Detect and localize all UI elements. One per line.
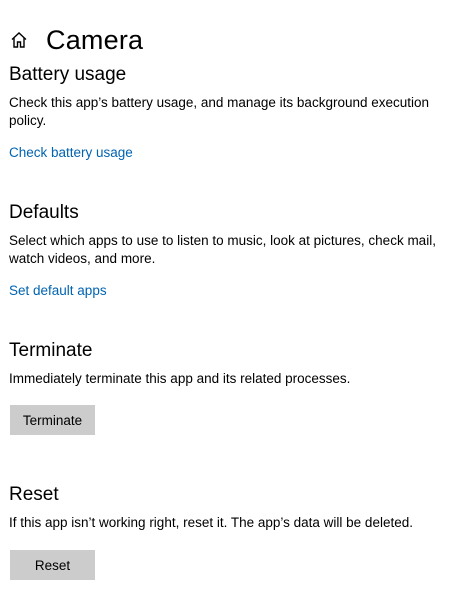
battery-usage-heading: Battery usage [9,64,127,85]
page-title: Camera [46,24,144,55]
defaults-description: Select which apps to use to listen to mu… [9,233,436,266]
terminate-heading: Terminate [9,340,93,361]
set-default-apps-link[interactable]: Set default apps [9,283,107,298]
terminate-description: Immediately terminate this app and its r… [9,371,351,386]
reset-heading: Reset [9,484,59,505]
battery-usage-description: Check this app’s battery usage, and mana… [9,95,430,128]
page-header: Camera [8,22,143,58]
home-icon[interactable] [8,29,30,51]
reset-description: If this app isn’t working right, reset i… [9,515,413,530]
check-battery-usage-link[interactable]: Check battery usage [9,145,133,160]
terminate-button[interactable]: Terminate [10,405,95,435]
reset-button[interactable]: Reset [10,550,95,580]
defaults-heading: Defaults [9,202,79,223]
